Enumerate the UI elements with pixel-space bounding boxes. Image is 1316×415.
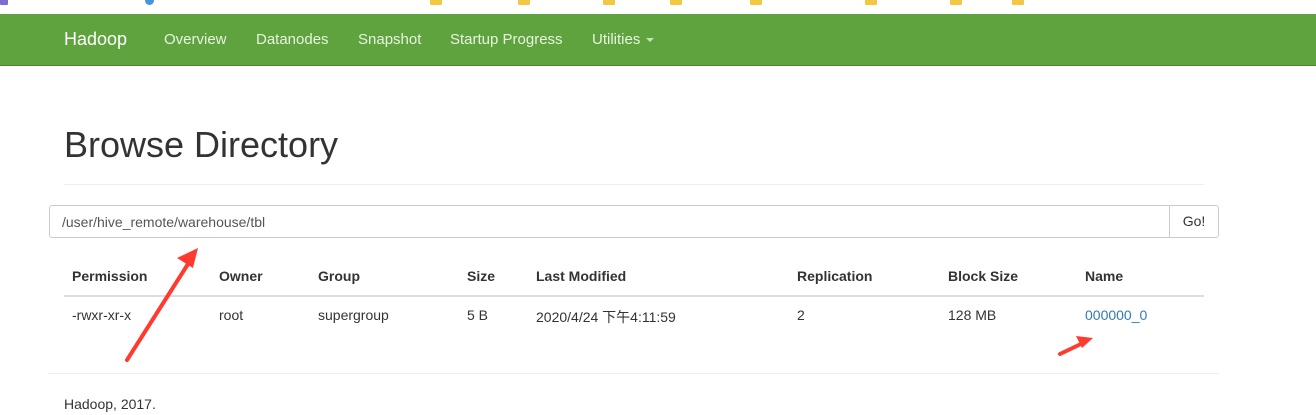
column-header-replication[interactable]: Replication bbox=[797, 268, 872, 284]
bookmark-item[interactable] bbox=[670, 0, 686, 5]
bookmark-item[interactable] bbox=[518, 0, 534, 5]
nav-utilities-dropdown[interactable]: Utilities bbox=[592, 31, 655, 48]
bookmark-item[interactable] bbox=[145, 0, 158, 5]
page-title: Browse Directory bbox=[64, 124, 339, 165]
column-header-permission[interactable]: Permission bbox=[72, 268, 147, 284]
table-header-divider bbox=[64, 295, 1204, 297]
go-button[interactable]: Go! bbox=[1169, 205, 1219, 238]
column-header-owner[interactable]: Owner bbox=[219, 268, 263, 284]
bookmark-item[interactable] bbox=[750, 0, 766, 5]
title-divider bbox=[64, 184, 1204, 185]
column-header-size[interactable]: Size bbox=[467, 268, 495, 284]
bookmark-item[interactable] bbox=[603, 0, 619, 5]
column-header-name[interactable]: Name bbox=[1085, 268, 1123, 284]
bookmark-item[interactable] bbox=[0, 0, 12, 5]
folder-icon bbox=[670, 0, 682, 5]
folder-icon bbox=[430, 0, 442, 5]
annotation-arrow-name bbox=[1058, 336, 1093, 356]
cell-permission: -rwxr-xr-x bbox=[72, 307, 132, 323]
folder-icon bbox=[1012, 0, 1024, 5]
footer-text: Hadoop, 2017. bbox=[64, 396, 156, 412]
column-header-last-modified[interactable]: Last Modified bbox=[536, 268, 626, 284]
column-header-group[interactable]: Group bbox=[318, 268, 360, 284]
top-navbar: Hadoop Overview Datanodes Snapshot Start… bbox=[0, 14, 1316, 66]
cell-size: 5 B bbox=[467, 307, 489, 323]
footer-divider bbox=[49, 373, 1219, 374]
folder-icon bbox=[0, 0, 8, 5]
nav-overview[interactable]: Overview bbox=[164, 31, 227, 48]
cell-last-modified: 2020/4/24 下午4:11:59 bbox=[536, 309, 676, 325]
navbar-brand[interactable]: Hadoop bbox=[64, 29, 127, 50]
nav-datanodes[interactable]: Datanodes bbox=[256, 31, 329, 48]
bookmark-item[interactable] bbox=[430, 0, 446, 5]
bookmark-item[interactable] bbox=[950, 0, 966, 5]
column-header-block-size[interactable]: Block Size bbox=[948, 268, 1018, 284]
cell-owner: root bbox=[219, 307, 244, 323]
folder-icon bbox=[750, 0, 762, 5]
nav-snapshot[interactable]: Snapshot bbox=[358, 31, 421, 48]
folder-icon bbox=[518, 0, 530, 5]
caret-down-icon bbox=[646, 38, 655, 43]
bookmarks-bar bbox=[0, 0, 1316, 14]
nav-startup-progress[interactable]: Startup Progress bbox=[450, 31, 563, 48]
folder-icon bbox=[145, 0, 154, 5]
directory-path-input[interactable] bbox=[49, 205, 1170, 238]
bookmark-item[interactable] bbox=[1012, 0, 1028, 5]
cell-replication: 2 bbox=[797, 307, 805, 323]
file-name-link[interactable]: 000000_0 bbox=[1085, 307, 1147, 323]
cell-block-size: 128 MB bbox=[948, 307, 997, 323]
folder-icon bbox=[865, 0, 877, 5]
annotation-arrow-path bbox=[125, 248, 198, 362]
folder-icon bbox=[950, 0, 962, 5]
bookmark-item[interactable] bbox=[865, 0, 881, 5]
nav-utilities-label: Utilities bbox=[592, 31, 641, 48]
folder-icon bbox=[603, 0, 615, 5]
cell-group: supergroup bbox=[318, 307, 389, 323]
